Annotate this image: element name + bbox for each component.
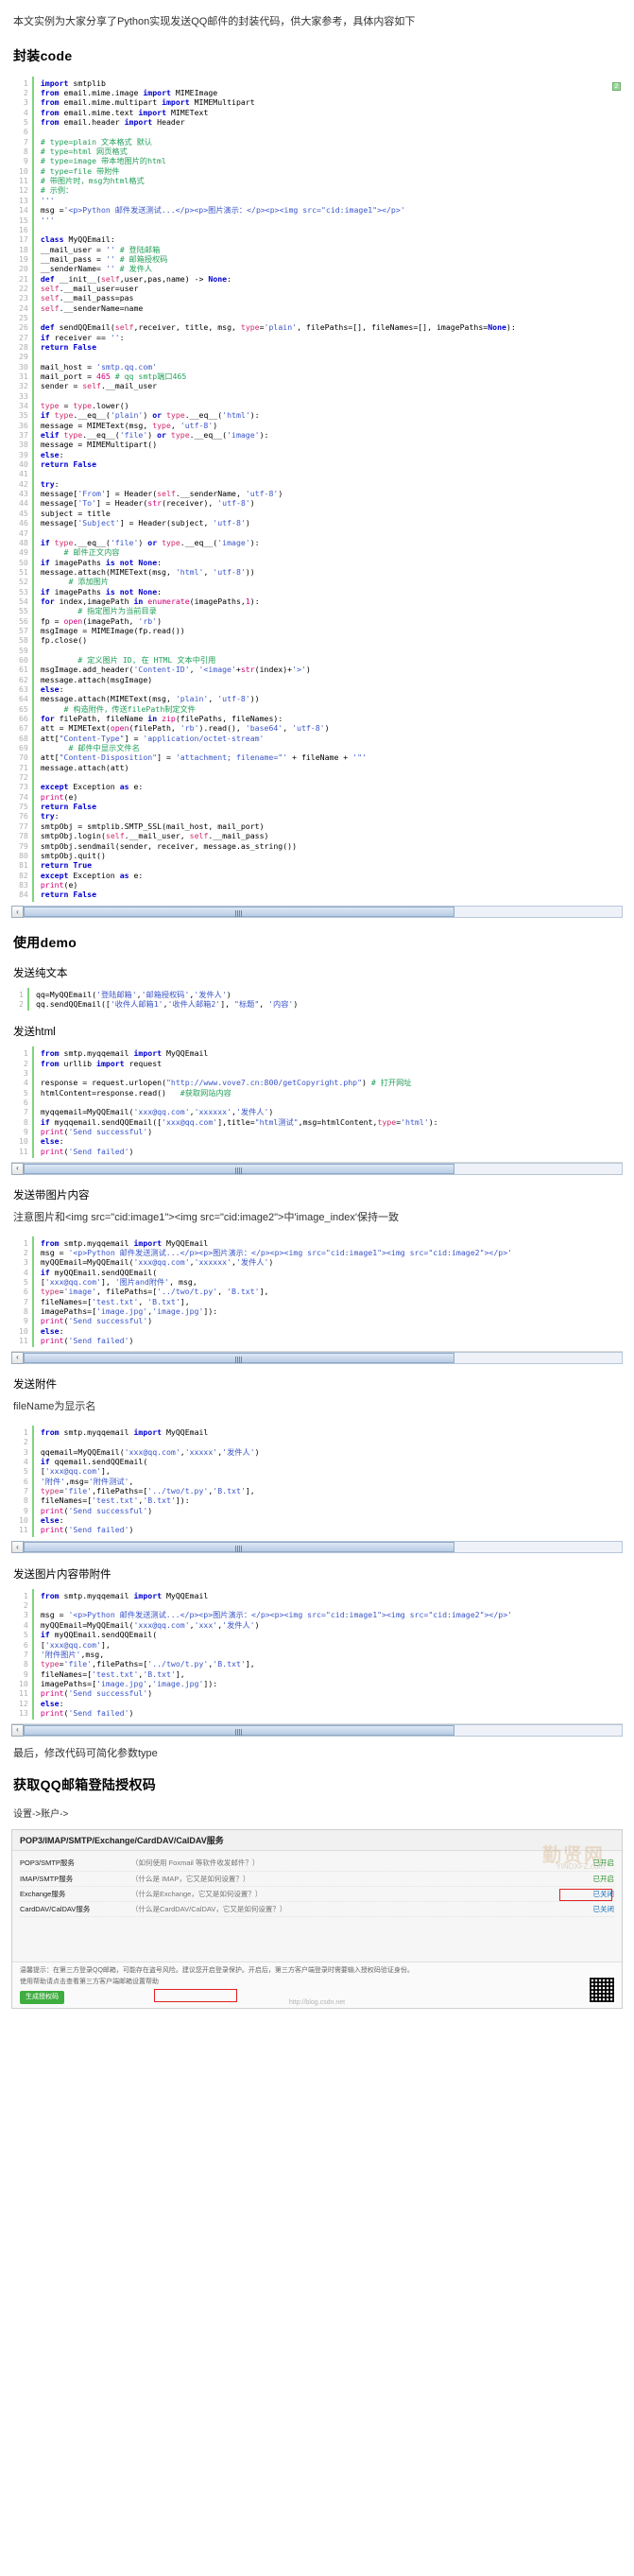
line-numbers-demo-file: 1 2 3 4 5 6 7 8 9 10 11 — [11, 1426, 34, 1537]
service-row[interactable]: Exchange服务 （什么是Exchange，它又是如何设置？） 已关闭 — [20, 1887, 614, 1902]
note-image-index: 注意图片和<img src="cid:image1"><img src="cid… — [13, 1212, 400, 1224]
settings-panel-header: POP3/IMAP/SMTP/Exchange/CardDAV/CalDAV服务 — [12, 1830, 622, 1852]
code-content-demo-image[interactable]: from smtp.myqqemail import MyQQEmail msg … — [34, 1236, 623, 1348]
subsection-send-image-with-attachment: 发送图片内容带附件 — [13, 1568, 111, 1581]
settings-path-note: 设置->账户-> — [13, 1809, 69, 1821]
scroll-grip-icon — [234, 1728, 243, 1736]
scroll-grip-icon — [234, 1546, 243, 1553]
line-numbers-demo-image-file: 1 2 3 4 5 6 7 8 9 10 11 12 13 — [11, 1588, 34, 1720]
scroll-left-arrow-icon[interactable]: ‹ — [11, 1723, 24, 1737]
code-content-main[interactable]: import smtplib from email.mime.image impo… — [34, 77, 623, 902]
code-block-demo-html[interactable]: 1 2 3 4 5 6 7 8 9 10 11 from smtp.myqqem… — [11, 1046, 623, 1159]
article-intro: 本文实例为大家分享了Python实现发送QQ邮件的封装代码，供大家参考，具体内容… — [13, 16, 416, 27]
subsection-send-html: 发送html — [13, 1027, 56, 1039]
scroll-left-arrow-icon[interactable]: ‹ — [11, 1541, 24, 1554]
line-numbers-demo-image: 1 2 3 4 5 6 7 8 9 10 11 — [11, 1236, 34, 1348]
code-content-demo-image-file[interactable]: from smtp.myqqemail import MyQQEmail msg… — [34, 1589, 623, 1720]
service-label: IMAP/SMTP服务 — [20, 1874, 74, 1883]
code-hscroll-demo-file[interactable]: ‹ — [11, 1540, 623, 1554]
service-description[interactable]: （什么是 IMAP，它又是如何设置？） — [131, 1874, 563, 1884]
scroll-left-arrow-icon[interactable]: ‹ — [11, 906, 24, 919]
service-status: 已开启 — [592, 1859, 615, 1868]
footer-tip-text: 温馨提示：在第三方登录QQ邮箱，可能存在盗号风险。建议您开启登录保护。开启后，第… — [20, 1966, 414, 1974]
section-title-get-auth-code: 获取QQ邮箱登陆授权码 — [13, 1777, 157, 1793]
scroll-track[interactable] — [24, 906, 623, 919]
service-status: 已开启 — [592, 1874, 615, 1883]
code-content-demo-html[interactable]: from smtp.myqqemail import MyQQEmail from… — [34, 1046, 623, 1158]
note-filename-display: fileName为显示名 — [13, 1401, 96, 1413]
scroll-grip-icon — [234, 910, 243, 918]
qq-mail-settings-screenshot: 勤贤网 YINDXFZ.com POP3/IMAP/SMTP/Exchange/… — [11, 1829, 623, 2010]
article-page: 本文实例为大家分享了Python实现发送QQ邮件的封装代码，供大家参考，具体内容… — [0, 0, 634, 2010]
scroll-thumb[interactable] — [24, 1724, 454, 1736]
generate-auth-code-button[interactable]: 生成授权码 — [20, 1990, 64, 2005]
service-row[interactable]: CardDAV/CalDAV服务 （什么是CardDAV/CalDAV，它又是如… — [20, 1902, 615, 1918]
scroll-track[interactable] — [24, 1162, 623, 1175]
code-hscroll-demo-image[interactable]: ‹ — [11, 1351, 623, 1364]
subsection-send-attachment: 发送附件 — [13, 1379, 57, 1392]
scroll-track[interactable] — [24, 1723, 623, 1737]
footer-help-link[interactable]: 使用帮助请点击查看第三方客户端邮箱设置帮助 — [20, 1978, 614, 1988]
line-numbers-demo-plain: 1 2 — [11, 987, 29, 1011]
settings-footer: 温馨提示：在第三方登录QQ邮箱，可能存在盗号风险。建议您开启登录保护。开启后，第… — [12, 1961, 622, 2009]
code-hscroll-main[interactable]: ‹ — [11, 905, 623, 919]
code-content-demo-file[interactable]: from smtp.myqqemail import MyQQEmail qqe… — [34, 1426, 623, 1537]
code-content-demo-plain[interactable]: qq=MyQQEmail('登陆邮箱','邮箱授权码','发件人') qq.sen… — [29, 988, 623, 1011]
scroll-left-arrow-icon[interactable]: ‹ — [11, 1162, 24, 1175]
code-block-demo-image-file[interactable]: 1 2 3 4 5 6 7 8 9 10 11 12 13 from smtp.… — [11, 1588, 623, 1720]
code-block-demo-image[interactable]: 1 2 3 4 5 6 7 8 9 10 11 from smtp.myqqem… — [11, 1236, 623, 1348]
service-description[interactable]: （什么是CardDAV/CalDAV，它又是如何设置？） — [131, 1904, 563, 1914]
scroll-thumb[interactable] — [24, 1352, 454, 1363]
code-block-demo-plain[interactable]: 1 2 qq=MyQQEmail('登陆邮箱','邮箱授权码','发件人') qq… — [11, 987, 623, 1011]
line-numbers-demo-html: 1 2 3 4 5 6 7 8 9 10 11 — [11, 1046, 34, 1159]
line-numbers-main: 1 2 3 4 5 6 7 8 9 10 11 12 13 14 15 16 1… — [11, 76, 34, 902]
code-block-demo-file[interactable]: 1 2 3 4 5 6 7 8 9 10 11 from smtp.myqqem… — [11, 1426, 623, 1537]
service-status: 已关闭 — [592, 1905, 615, 1913]
scroll-track[interactable] — [24, 1541, 623, 1554]
scroll-thumb[interactable] — [24, 1542, 454, 1553]
scroll-track[interactable] — [24, 1351, 623, 1364]
service-description[interactable]: （如何使用 Foxmail 等软件收发邮件？） — [131, 1858, 563, 1868]
scroll-grip-icon — [234, 1356, 243, 1363]
service-label: POP3/SMTP服务 — [20, 1859, 75, 1868]
subsection-send-image-content: 发送带图片内容 — [13, 1190, 90, 1202]
service-row[interactable]: POP3/SMTP服务 （如何使用 Foxmail 等软件收发邮件？） 已开启 — [20, 1856, 615, 1872]
service-row[interactable]: IMAP/SMTP服务 （什么是 IMAP，它又是如何设置？） 已开启 — [20, 1872, 614, 1887]
section-title-encapsulated-code: 封装code — [13, 47, 73, 63]
code-badge-icon: 2 — [612, 81, 621, 91]
scroll-grip-icon — [234, 1167, 243, 1174]
service-description[interactable]: （什么是Exchange，它又是如何设置？） — [131, 1889, 563, 1899]
scroll-thumb[interactable] — [24, 907, 454, 918]
settings-service-list: POP3/SMTP服务 （如何使用 Foxmail 等软件收发邮件？） 已开启 … — [12, 1851, 622, 1922]
service-label: Exchange服务 — [20, 1889, 66, 1898]
code-hscroll-demo-image-file[interactable]: ‹ — [11, 1723, 623, 1737]
code-hscroll-demo-html[interactable]: ‹ — [11, 1162, 623, 1175]
section-title-usage-demo: 使用demo — [13, 934, 77, 950]
service-status: 已关闭 — [592, 1889, 615, 1898]
subsection-send-plain-text: 发送纯文本 — [13, 967, 68, 979]
qr-code-image — [588, 1976, 616, 2005]
service-label: CardDAV/CalDAV服务 — [20, 1905, 91, 1913]
scroll-left-arrow-icon[interactable]: ‹ — [11, 1351, 24, 1364]
tail-note: 最后，修改代码可简化参数type — [13, 1748, 158, 1760]
scroll-thumb[interactable] — [24, 1163, 454, 1174]
code-block-main[interactable]: 2 1 2 3 4 5 6 7 8 9 10 11 12 13 14 15 16… — [11, 76, 623, 902]
